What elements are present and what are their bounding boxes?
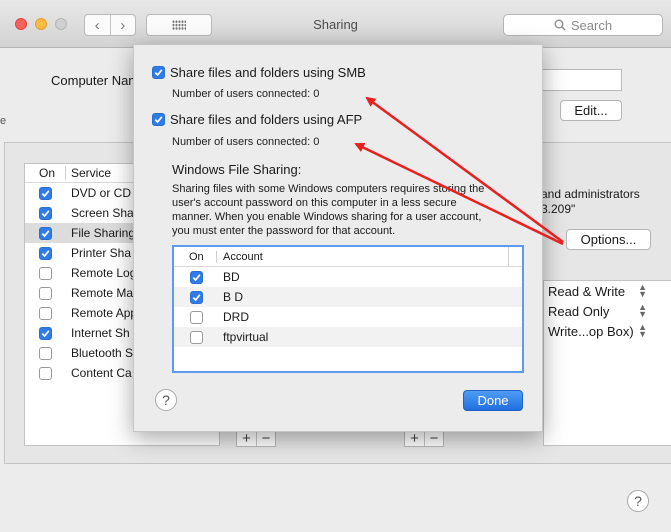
account-checkbox[interactable]	[190, 330, 203, 344]
add-button[interactable]: +	[237, 430, 256, 447]
service-checkbox[interactable]	[39, 366, 52, 380]
edge-text: e	[0, 115, 7, 127]
account-row[interactable]: DRD	[174, 307, 522, 327]
service-checkbox[interactable]	[39, 306, 52, 320]
service-checkbox-cell	[25, 246, 71, 260]
service-checkbox-cell	[25, 266, 71, 280]
afp-label: Share files and folders using AFP	[170, 112, 363, 127]
permissions-list: Read & Write ▲ ▼ Read Only ▲ ▼ Write...op Bo…	[543, 280, 671, 446]
service-checkbox[interactable]	[39, 186, 52, 200]
account-row[interactable]: B D	[174, 287, 522, 307]
header-service: Service	[71, 166, 112, 180]
account-name: ftpvirtual	[223, 330, 269, 344]
remove-button[interactable]: −	[424, 430, 443, 447]
afp-checkbox[interactable]	[152, 113, 165, 126]
smb-label: Share files and folders using SMB	[170, 65, 366, 80]
accounts-table: On Account BD B D DRD ftpvirtual	[172, 245, 524, 373]
address-text: 3.209"	[541, 202, 576, 216]
account-checkbox[interactable]	[190, 270, 203, 284]
service-checkbox[interactable]	[39, 346, 52, 360]
service-checkbox-cell	[25, 286, 71, 300]
account-checkbox-cell	[174, 330, 223, 344]
accounts-header: On Account	[174, 247, 522, 267]
up-down-icon: ▲ ▼	[638, 282, 647, 299]
permission-label: Read & Write	[548, 283, 626, 299]
permission-row[interactable]: Write...op Box) ▲ ▼	[544, 321, 671, 341]
window-toolbar: ‹ › Sharing Search	[0, 0, 671, 48]
service-label: Remote Ma	[71, 286, 134, 300]
service-checkbox[interactable]	[39, 206, 52, 220]
service-label: Content Ca	[71, 366, 132, 380]
done-button[interactable]: Done	[463, 390, 523, 411]
computer-name-label: Computer Nam	[51, 73, 140, 88]
account-checkbox-cell	[174, 290, 223, 304]
up-down-icon: ▲ ▼	[638, 322, 647, 339]
help-button[interactable]: ?	[155, 389, 177, 411]
smb-option[interactable]: Share files and folders using SMB	[152, 65, 366, 80]
service-label: Internet Sh	[71, 326, 130, 340]
windows-file-sharing-title: Windows File Sharing:	[172, 162, 302, 177]
computer-name-field[interactable]	[540, 69, 622, 91]
smb-users-connected: Number of users connected: 0	[172, 88, 320, 100]
service-checkbox-cell	[25, 186, 71, 200]
help-button[interactable]: ?	[627, 490, 649, 512]
permission-label: Read Only	[548, 303, 610, 319]
edit-button[interactable]: Edit...	[560, 100, 622, 121]
header-account: Account	[223, 250, 263, 263]
account-name: B D	[223, 290, 244, 304]
service-label: File Sharing	[71, 226, 136, 240]
service-checkbox[interactable]	[39, 286, 52, 300]
service-label: Remote Log	[71, 266, 137, 280]
service-checkbox-cell	[25, 346, 71, 360]
permission-row[interactable]: Read & Write ▲ ▼	[544, 281, 671, 301]
service-checkbox-cell	[25, 326, 71, 340]
account-row[interactable]: ftpvirtual	[174, 327, 522, 347]
access-description: and administrators	[541, 187, 640, 201]
account-checkbox[interactable]	[190, 310, 203, 324]
header-on: On	[174, 250, 217, 263]
service-label: DVD or CD	[71, 186, 132, 200]
account-checkbox-cell	[174, 270, 223, 284]
header-on: On	[25, 166, 66, 180]
permission-row[interactable]: Read Only ▲ ▼	[544, 301, 671, 321]
account-name: BD	[223, 270, 240, 284]
add-button[interactable]: +	[405, 430, 424, 447]
windows-file-sharing-description: Sharing files with some Windows computer…	[172, 183, 485, 237]
search-field[interactable]: Search	[503, 14, 663, 36]
options-button[interactable]: Options...	[566, 229, 651, 250]
service-label: Remote App	[71, 306, 138, 320]
service-checkbox-cell	[25, 306, 71, 320]
header-filler	[508, 247, 522, 266]
service-checkbox[interactable]	[39, 226, 52, 240]
search-icon	[554, 19, 566, 31]
account-checkbox-cell	[174, 310, 223, 324]
account-checkbox[interactable]	[190, 290, 203, 304]
afp-users-connected: Number of users connected: 0	[172, 136, 320, 148]
up-down-icon: ▲ ▼	[638, 302, 647, 319]
search-placeholder: Search	[570, 17, 613, 33]
service-checkbox-cell	[25, 226, 71, 240]
remove-button[interactable]: −	[256, 430, 275, 447]
file-sharing-options-sheet: Share files and folders using SMB Number…	[133, 44, 543, 432]
service-checkbox-cell	[25, 366, 71, 380]
afp-option[interactable]: Share files and folders using AFP	[152, 112, 362, 127]
service-checkbox[interactable]	[39, 246, 52, 260]
service-label: Screen Sha	[71, 206, 134, 220]
service-label: Printer Sha	[71, 246, 132, 260]
service-label: Bluetooth S	[71, 346, 134, 360]
smb-checkbox[interactable]	[152, 66, 165, 79]
account-name: DRD	[223, 310, 249, 324]
service-checkbox[interactable]	[39, 266, 52, 280]
permission-label: Write...op Box)	[548, 323, 634, 339]
service-checkbox[interactable]	[39, 326, 52, 340]
service-checkbox-cell	[25, 206, 71, 220]
account-row[interactable]: BD	[174, 267, 522, 287]
